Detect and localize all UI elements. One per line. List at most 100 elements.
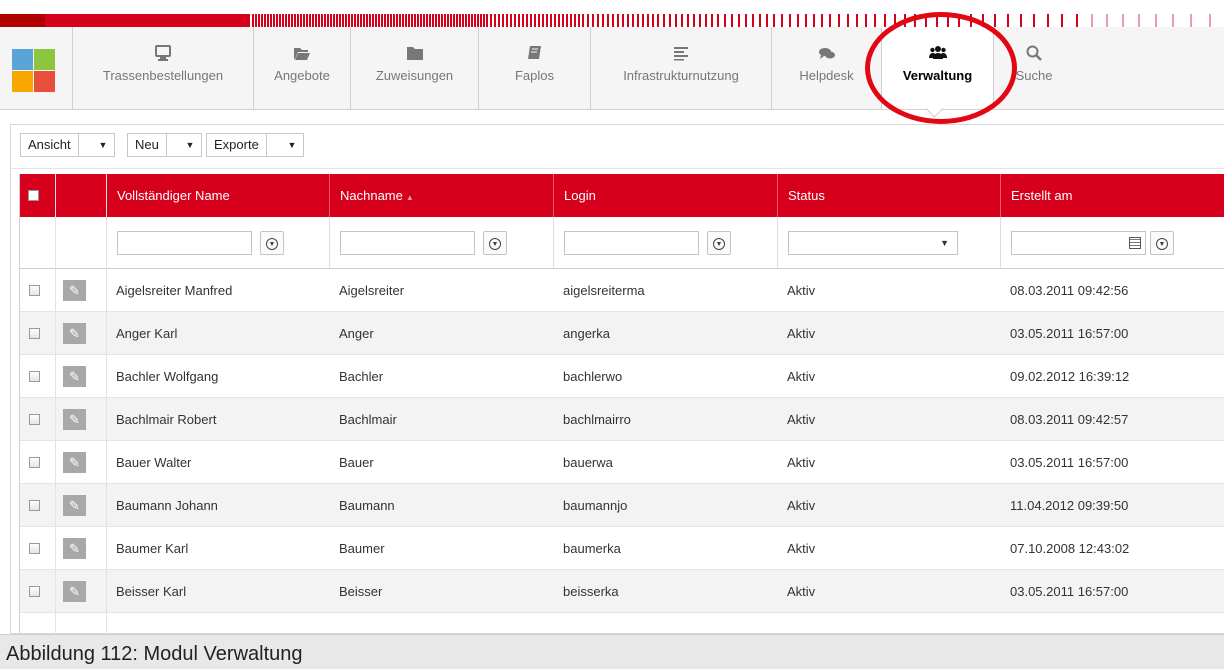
nav-tab-angebote[interactable]: Angebote [253, 27, 350, 109]
column-header-nachname[interactable]: Nachname ▲ [329, 174, 553, 217]
cell-nachname: Anger [339, 326, 374, 341]
stripe-bar [546, 14, 548, 27]
stripe-bar [797, 14, 799, 27]
chevron-down-icon[interactable]: ▼ [281, 134, 303, 156]
stripe-bar [642, 14, 644, 27]
edit-pencil-icon[interactable]: ✎ [63, 452, 86, 473]
stripe-bar [570, 14, 572, 27]
stripe-bar [453, 14, 455, 27]
column-header-vollstaendiger-name[interactable]: Vollständiger Name [106, 174, 329, 217]
stripe-bar [675, 14, 677, 27]
cell-login: angerka [563, 326, 610, 341]
row-checkbox[interactable] [29, 414, 40, 425]
cell-erstellt-am: 08.03.2011 09:42:57 [1010, 412, 1129, 427]
row-checkbox[interactable] [29, 457, 40, 468]
nav-tab-verwaltung[interactable]: Verwaltung [881, 27, 994, 109]
stripe-bar [731, 14, 733, 27]
row-checkbox[interactable] [29, 586, 40, 597]
stripe-bar [252, 14, 254, 27]
stripe-bar [982, 14, 984, 27]
nav-tab-zuweisungen[interactable]: Zuweisungen [350, 27, 478, 109]
edit-pencil-icon[interactable]: ✎ [63, 323, 86, 344]
column-divider [106, 174, 107, 634]
stripe-bar [502, 14, 504, 27]
stripe-bar [724, 14, 726, 27]
filter-options-button[interactable]: ▼ [707, 231, 731, 255]
chevron-down-icon[interactable]: ▼ [92, 134, 114, 156]
cell-full-name: Bauer Walter [116, 455, 192, 470]
stripe-bar [884, 14, 886, 27]
nav-tab-infrastrukturnutzung[interactable]: Infrastrukturnutzung [590, 27, 771, 109]
filter-icon: ▼ [489, 237, 501, 250]
nav-tab-suche[interactable]: Suche [994, 27, 1074, 109]
cell-nachname: Baumann [339, 498, 395, 513]
ansicht-menu[interactable]: Ansicht ▼ [20, 133, 115, 157]
stripe-bar [342, 14, 344, 27]
stripe-bar [474, 14, 476, 27]
stripe-bar [514, 14, 516, 27]
row-checkbox[interactable] [29, 328, 40, 339]
filter-options-button[interactable]: ▼ [483, 231, 507, 255]
table-row[interactable]: ✎ Bachler Wolfgang Bachler bachlerwo Aktiv 09… [20, 355, 1224, 398]
filter-select-status[interactable]: ▼ [788, 231, 958, 255]
row-checkbox[interactable] [29, 500, 40, 511]
table-row[interactable]: ✎ Aigelsreiter Manfred Aigelsreiter aigelsr… [20, 269, 1224, 312]
filter-input-name[interactable] [117, 231, 252, 255]
column-header-erstellt-am[interactable]: Erstellt am [1000, 174, 1224, 217]
stripe-bar [711, 14, 713, 27]
row-checkbox[interactable] [29, 285, 40, 296]
stripe-bar [813, 14, 815, 27]
chevron-down-icon[interactable]: ▼ [179, 134, 201, 156]
nav-tab-trassenbestellungen[interactable]: Trassenbestellungen [72, 27, 253, 109]
stripe-bar [282, 14, 284, 27]
calendar-icon[interactable] [1129, 237, 1141, 249]
exporte-button[interactable]: Exporte [207, 134, 267, 156]
stripe-bar [558, 14, 560, 27]
edit-pencil-icon[interactable]: ✎ [63, 495, 86, 516]
sort-ascending-icon: ▲ [405, 193, 414, 202]
exporte-menu[interactable]: Exporte ▼ [206, 133, 304, 157]
stripe-bar [465, 14, 467, 27]
table-row[interactable]: ✎ Bachlmair Robert Bachlmair bachlmairro Akt… [20, 398, 1224, 441]
top-decorative-stripe [0, 14, 1224, 27]
column-header-login[interactable]: Login [553, 174, 777, 217]
edit-pencil-icon[interactable]: ✎ [63, 409, 86, 430]
table-row[interactable]: ✎ Bauer Walter Bauer bauerwa Aktiv 03.05.2011… [20, 441, 1224, 484]
filter-input-nachname[interactable] [340, 231, 475, 255]
select-all-checkbox[interactable] [28, 190, 39, 201]
column-header-status[interactable]: Status [777, 174, 1000, 217]
table-row[interactable]: ✎ Beisser Karl Beisser beisserka Aktiv 03.05.… [20, 570, 1224, 613]
row-checkbox[interactable] [29, 543, 40, 554]
nav-tab-helpdesk[interactable]: Helpdesk [771, 27, 881, 109]
stripe-bar [318, 14, 320, 27]
stripe-bar [607, 14, 609, 27]
filter-input-login[interactable] [564, 231, 699, 255]
table-row[interactable]: ✎ Baumann Johann Baumann baumannjo Aktiv 11.0… [20, 484, 1224, 527]
filter-input-erstellt[interactable] [1011, 231, 1146, 255]
table-row[interactable]: ✎ Anger Karl Anger angerka Aktiv 03.05.2011 1… [20, 312, 1224, 355]
filter-options-button[interactable]: ▼ [1150, 231, 1174, 255]
edit-pencil-icon[interactable]: ✎ [63, 538, 86, 559]
select-all-header [20, 174, 55, 217]
user-grid: Vollständiger Name Nachname ▲ Login Statu… [19, 174, 1224, 634]
logo-tile-blue [12, 49, 33, 70]
cell-full-name: Beisser Karl [116, 584, 187, 599]
stripe-bar [592, 14, 594, 27]
neu-button[interactable]: Neu [128, 134, 167, 156]
edit-pencil-icon[interactable]: ✎ [63, 581, 86, 602]
nav-tab-faplos[interactable]: Faplos [478, 27, 590, 109]
edit-pencil-icon[interactable]: ✎ [63, 280, 86, 301]
stripe-bar [411, 14, 413, 27]
stripe-bar [390, 14, 392, 27]
edit-pencil-icon[interactable]: ✎ [63, 366, 86, 387]
stripe-bar [261, 14, 263, 27]
row-checkbox[interactable] [29, 371, 40, 382]
stripe-bar [255, 14, 257, 27]
filter-options-button[interactable]: ▼ [260, 231, 284, 255]
stripe-bar [602, 14, 604, 27]
stripe-bar [530, 14, 532, 27]
neu-menu[interactable]: Neu ▼ [127, 133, 202, 157]
ansicht-button[interactable]: Ansicht [21, 134, 79, 156]
table-row[interactable]: ✎ Baumer Karl Baumer baumerka Aktiv 07.10.200… [20, 527, 1224, 570]
app-logo[interactable] [12, 49, 56, 93]
